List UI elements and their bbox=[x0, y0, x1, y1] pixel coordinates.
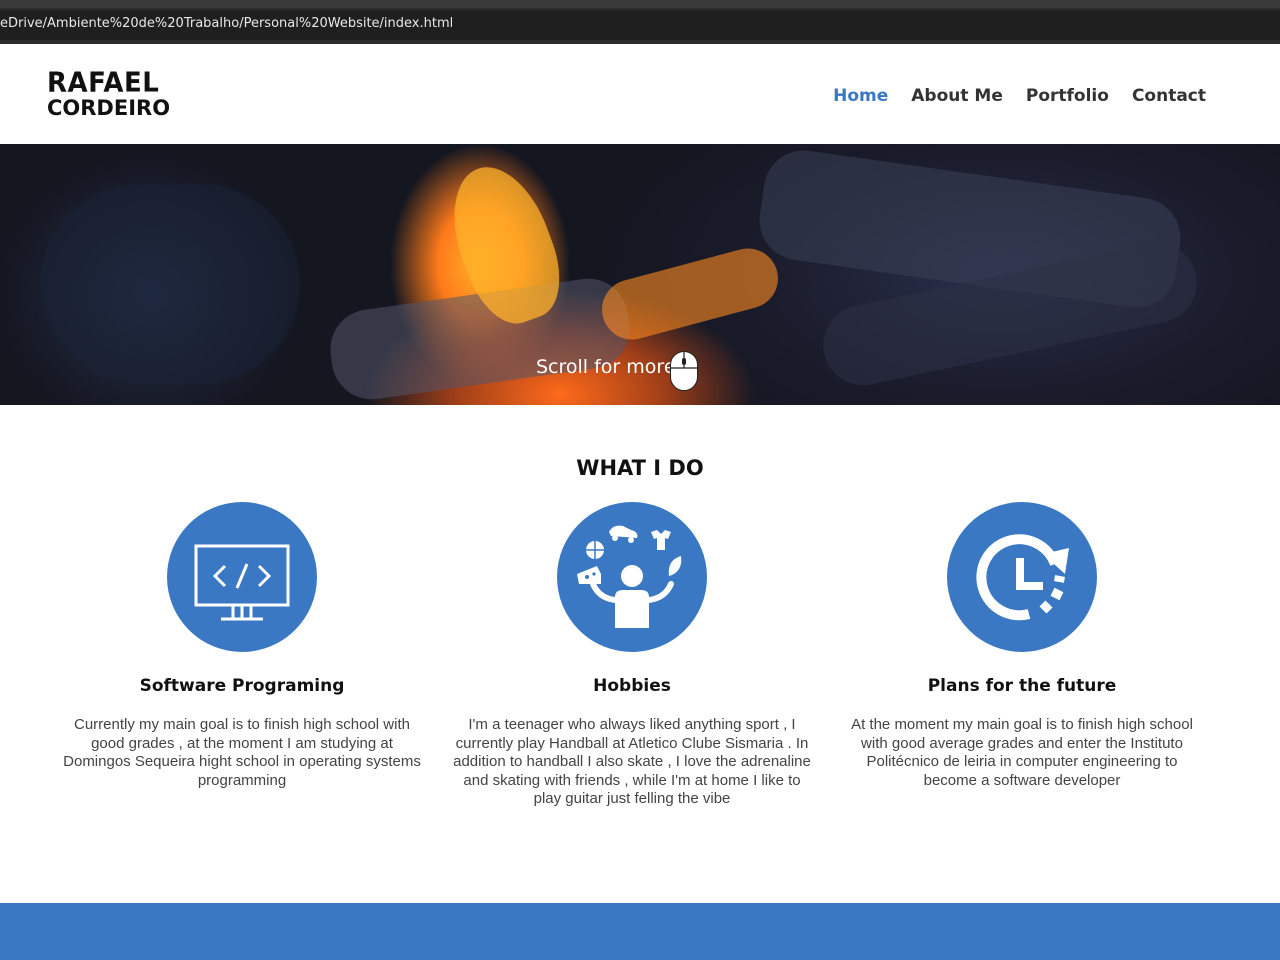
url-text[interactable]: eDrive/Ambiente%20de%20Trabalho/Personal… bbox=[0, 16, 453, 31]
card-software-programing: Software Programing Currently my main go… bbox=[52, 502, 432, 790]
card-description: Currently my main goal is to finish high… bbox=[63, 716, 421, 789]
hero-flame-shape bbox=[595, 241, 785, 347]
hero-log-shape bbox=[40, 184, 300, 384]
code-monitor-icon bbox=[167, 502, 317, 652]
logo-line-last-name: CORDEIRO bbox=[47, 96, 171, 120]
card-hobbies: Hobbies I'm a teenager who always liked … bbox=[442, 502, 822, 809]
card-title: Plans for the future bbox=[927, 676, 1117, 696]
footer-band bbox=[0, 903, 1280, 960]
clock-future-icon bbox=[947, 502, 1097, 652]
nav-home-link[interactable]: Home bbox=[833, 86, 888, 106]
nav-portfolio-link[interactable]: Portfolio bbox=[1026, 86, 1109, 106]
card-plans-for-the-future: Plans for the future At the moment my ma… bbox=[832, 502, 1212, 790]
browser-tab-strip bbox=[0, 0, 1280, 8]
card-description: At the moment my main goal is to finish … bbox=[851, 716, 1193, 789]
card-title: Software Programing bbox=[139, 676, 345, 696]
nav-contact-link[interactable]: Contact bbox=[1132, 86, 1206, 106]
nav-about-link[interactable]: About Me bbox=[911, 86, 1003, 106]
juggling-hobbies-icon bbox=[557, 502, 707, 652]
logo-line-first-name: RAFAEL bbox=[47, 67, 160, 99]
card-title: Hobbies bbox=[593, 676, 671, 696]
site-header: RAFAEL CORDEIRO Home About Me Portfolio … bbox=[0, 44, 1280, 144]
main-nav: Home About Me Portfolio Contact bbox=[833, 86, 1206, 106]
browser-address-bar: eDrive/Ambiente%20de%20Trabalho/Personal… bbox=[0, 0, 1280, 44]
hero-banner: Scroll for more bbox=[0, 144, 1280, 405]
site-logo[interactable]: RAFAEL CORDEIRO bbox=[47, 67, 171, 120]
scroll-for-more-label[interactable]: Scroll for more bbox=[536, 356, 676, 378]
mouse-icon[interactable] bbox=[669, 350, 699, 392]
card-description: I'm a teenager who always liked anything… bbox=[453, 716, 811, 807]
section-title-what-i-do: WHAT I DO bbox=[576, 456, 704, 480]
